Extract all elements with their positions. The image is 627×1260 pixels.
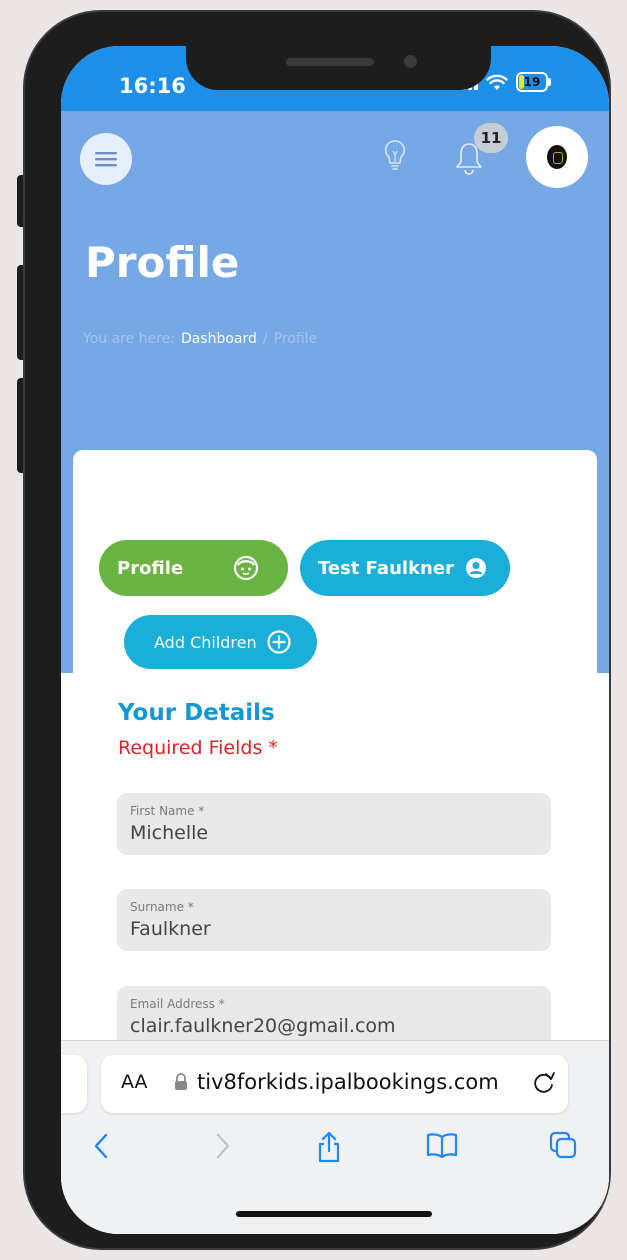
breadcrumb-separator: / xyxy=(262,331,268,347)
surname-input[interactable] xyxy=(130,918,530,940)
breadcrumb: You are here: Dashboard / Profile xyxy=(83,331,317,347)
wifi-icon xyxy=(486,74,508,90)
lock-icon xyxy=(175,1073,187,1090)
reload-icon[interactable] xyxy=(531,1070,557,1096)
user-icon xyxy=(463,555,489,581)
status-time: 16:16 xyxy=(119,74,186,98)
notch xyxy=(186,46,491,90)
phone-screen: 16:16 19 11 Profile You are here: Dashbo… xyxy=(61,46,609,1234)
page-header: 11 Profile You are here: Dashboard / Pro… xyxy=(61,111,609,702)
first-name-field[interactable]: First Name * xyxy=(117,793,551,855)
section-title: Your Details xyxy=(118,700,275,726)
add-children-button[interactable]: Add Children xyxy=(124,615,317,669)
profile-tabs-card: Profile Test Faulkner Add Children xyxy=(73,450,597,702)
avatar-logo xyxy=(547,145,567,169)
email-field[interactable]: Email Address * xyxy=(117,986,551,1048)
url-text[interactable]: tiv8forkids.ipalbookings.com xyxy=(197,1070,499,1094)
breadcrumb-prefix: You are here: xyxy=(83,331,175,347)
battery-indicator: 19 xyxy=(516,72,551,92)
user-avatar[interactable] xyxy=(526,126,588,188)
tab-child-test-faulkner[interactable]: Test Faulkner xyxy=(300,540,510,596)
first-name-input[interactable] xyxy=(130,822,530,844)
previous-tab-preview[interactable] xyxy=(61,1055,87,1113)
tab-profile-label: Profile xyxy=(117,557,184,579)
breadcrumb-link-dashboard[interactable]: Dashboard xyxy=(181,331,257,347)
battery-level: 19 xyxy=(523,75,541,89)
plus-circle-icon xyxy=(266,629,292,655)
hamburger-icon xyxy=(95,152,117,167)
chevron-left-icon[interactable] xyxy=(91,1131,111,1161)
email-input[interactable] xyxy=(130,1015,530,1037)
browser-toolbar xyxy=(61,1131,609,1171)
surname-field[interactable]: Surname * xyxy=(117,889,551,951)
required-fields-note: Required Fields * xyxy=(118,737,278,759)
home-indicator xyxy=(236,1211,432,1217)
address-bar[interactable]: AA tiv8forkids.ipalbookings.com xyxy=(101,1055,568,1113)
tabs-icon[interactable] xyxy=(549,1131,577,1159)
first-name-label: First Name * xyxy=(130,804,205,818)
book-icon[interactable] xyxy=(426,1131,458,1159)
notification-badge: 11 xyxy=(474,123,508,153)
email-label: Email Address * xyxy=(130,997,225,1011)
chevron-right-icon[interactable] xyxy=(213,1131,233,1161)
browser-bottom-bar: AA tiv8forkids.ipalbookings.com xyxy=(61,1040,609,1234)
add-children-label: Add Children xyxy=(154,632,257,652)
breadcrumb-current: Profile xyxy=(273,331,318,347)
child-face-icon xyxy=(233,555,259,581)
share-icon[interactable] xyxy=(316,1131,342,1163)
tab-child-label: Test Faulkner xyxy=(318,557,454,579)
surname-label: Surname * xyxy=(130,900,194,914)
tab-profile[interactable]: Profile xyxy=(99,540,288,596)
menu-button[interactable] xyxy=(80,133,132,185)
page-title: Profile xyxy=(85,238,240,287)
text-size-button[interactable]: AA xyxy=(121,1071,148,1093)
lightbulb-icon[interactable] xyxy=(383,139,407,173)
